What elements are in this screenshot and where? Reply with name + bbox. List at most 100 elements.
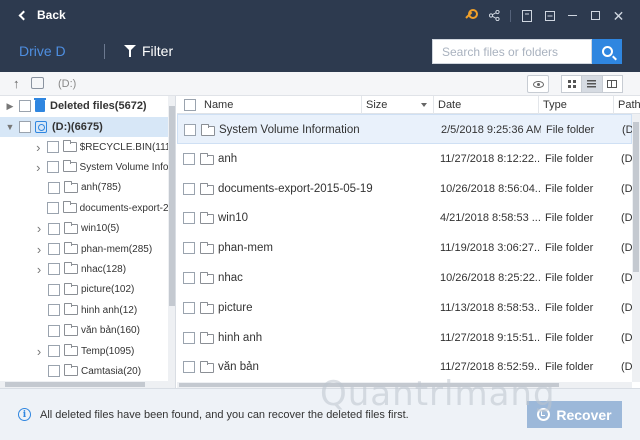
column-date-header[interactable]: Date — [434, 96, 539, 114]
close-button[interactable]: ✕ — [607, 0, 630, 31]
file-row[interactable]: nhac 10/26/2018 8:25:22... File folder (D: — [177, 263, 632, 293]
checkbox[interactable] — [183, 152, 195, 165]
file-row[interactable]: hinh anh 11/27/2018 9:15:51... File folder… — [177, 323, 632, 353]
chevron-right-icon[interactable]: › — [33, 160, 44, 175]
checkbox[interactable] — [183, 182, 195, 195]
file-row[interactable]: win10 4/21/2018 8:58:53 ... File folder (D: — [177, 203, 632, 233]
file-path: (D: — [621, 331, 632, 344]
tree-item-label: hinh anh(12) — [81, 304, 138, 316]
checkbox[interactable] — [48, 304, 60, 317]
detail-view-button[interactable] — [603, 76, 622, 92]
tree-item[interactable]: hinh anh(12) — [0, 300, 168, 320]
checkbox[interactable] — [48, 283, 60, 296]
feedback-button[interactable] — [515, 0, 538, 31]
checkbox[interactable] — [48, 181, 60, 194]
chevron-right-icon[interactable]: › — [33, 344, 45, 359]
file-type: File folder — [546, 124, 595, 136]
checkbox[interactable] — [48, 263, 60, 276]
tree-item[interactable]: picture(102) — [0, 280, 168, 300]
search-button[interactable] — [592, 39, 622, 64]
checkbox[interactable] — [19, 100, 31, 112]
scroll-thumb[interactable] — [5, 382, 145, 387]
checkbox[interactable] — [183, 272, 195, 284]
file-list-scrollbar[interactable] — [632, 114, 640, 382]
file-date: 11/13/2018 8:58:53... — [440, 301, 540, 314]
column-name-header[interactable]: Name — [177, 96, 362, 114]
tree-item[interactable]: anh(785) — [0, 178, 168, 198]
checkbox[interactable] — [184, 124, 196, 136]
checkbox[interactable] — [46, 202, 59, 215]
tree-item[interactable]: › win10(5) — [0, 219, 168, 239]
list-icon — [587, 80, 597, 88]
column-label: Name — [204, 99, 234, 111]
tree-scrollbar[interactable] — [168, 96, 175, 388]
tree-item[interactable]: › Temp(1095) — [0, 341, 168, 361]
tree-horizontal-scrollbar[interactable] — [0, 381, 168, 388]
chevron-right-icon[interactable]: › — [33, 242, 45, 257]
scroll-thumb[interactable] — [179, 383, 559, 387]
tree-item[interactable]: › phan-mem(285) — [0, 239, 168, 259]
tree-item[interactable]: documents-export-201 — [0, 198, 168, 218]
scroll-thumb[interactable] — [633, 122, 639, 272]
filter-button[interactable]: Filter — [124, 43, 173, 59]
checkbox[interactable] — [183, 361, 195, 374]
menu-button[interactable] — [538, 0, 561, 31]
tree-item[interactable]: › $RECYCLE.BIN(1111) — [0, 137, 168, 157]
chevron-right-icon[interactable]: › — [33, 262, 45, 277]
tree-item[interactable]: › System Volume Inform — [0, 157, 168, 177]
share-icon-button[interactable] — [483, 0, 506, 31]
checkbox[interactable] — [183, 212, 195, 225]
up-arrow-icon[interactable]: ↑ — [13, 76, 20, 91]
recover-button[interactable]: Recover — [527, 401, 622, 428]
column-path-header[interactable]: Path — [614, 96, 640, 114]
file-row[interactable]: văn bản 11/27/2018 8:52:59... File folder (… — [177, 352, 632, 382]
drive-bar: Drive D Filter — [0, 31, 640, 72]
column-type-header[interactable]: Type — [539, 96, 614, 114]
back-button[interactable]: Back — [18, 8, 66, 22]
tree-item-deleted-files[interactable]: ▶ Deleted files(5672) — [0, 96, 168, 116]
chevron-right-icon[interactable]: › — [33, 140, 44, 155]
checkbox[interactable] — [48, 345, 60, 357]
checkbox[interactable] — [48, 324, 60, 337]
scroll-thumb[interactable] — [169, 106, 175, 306]
path-bar: ↑ (D:) — [0, 72, 640, 96]
file-name: phan-mem — [218, 242, 273, 255]
search-input[interactable] — [433, 40, 591, 63]
checkbox[interactable] — [48, 365, 60, 378]
checkbox[interactable] — [46, 141, 59, 153]
checkbox[interactable] — [19, 121, 31, 133]
checkbox[interactable] — [46, 161, 59, 174]
checkbox[interactable] — [48, 222, 60, 235]
tree-item[interactable]: văn bản(160) — [0, 321, 168, 341]
folder-tree: ▶ Deleted files(5672) ▼ (D:)(6675) › $REC… — [0, 96, 176, 388]
key-icon-button[interactable] — [460, 0, 483, 31]
file-row[interactable]: phan-mem 11/19/2018 3:06:27... File folder… — [177, 233, 632, 263]
file-row[interactable]: picture 11/13/2018 8:58:53... File folder (… — [177, 293, 632, 323]
file-row[interactable]: System Volume Information 2/5/2018 9:25:3… — [177, 114, 632, 144]
tree-item[interactable]: Camtasia(20) — [0, 361, 168, 381]
drive-icon — [35, 121, 47, 133]
checkbox[interactable] — [48, 243, 60, 255]
tree-item-drive-d[interactable]: ▼ (D:)(6675) — [0, 117, 168, 137]
folder-icon — [64, 242, 78, 254]
grid-view-button[interactable] — [562, 76, 583, 92]
checkbox[interactable] — [183, 301, 195, 314]
drive-label[interactable]: Drive D — [19, 43, 66, 59]
chevron-right-icon[interactable]: ▶ — [4, 101, 16, 112]
list-view-button[interactable] — [582, 76, 603, 92]
file-row[interactable]: documents-export-2015-05-19 10/26/2018 8:… — [177, 174, 632, 204]
chevron-right-icon[interactable]: › — [33, 221, 45, 236]
minimize-button[interactable] — [561, 0, 584, 31]
tree-item[interactable]: › nhac(128) — [0, 259, 168, 279]
checkbox[interactable] — [183, 331, 195, 344]
folder-icon — [200, 152, 214, 165]
file-row[interactable]: anh 11/27/2018 8:12:22... File folder (D: — [177, 144, 632, 174]
checkbox[interactable] — [183, 242, 195, 255]
maximize-button[interactable] — [584, 0, 607, 31]
preview-button[interactable] — [527, 75, 549, 93]
chevron-down-icon[interactable]: ▼ — [4, 122, 16, 132]
select-all-checkbox[interactable] — [184, 99, 196, 111]
folder-icon — [200, 242, 214, 255]
column-size-header[interactable]: Size — [362, 96, 434, 114]
folder-icon — [64, 282, 78, 295]
